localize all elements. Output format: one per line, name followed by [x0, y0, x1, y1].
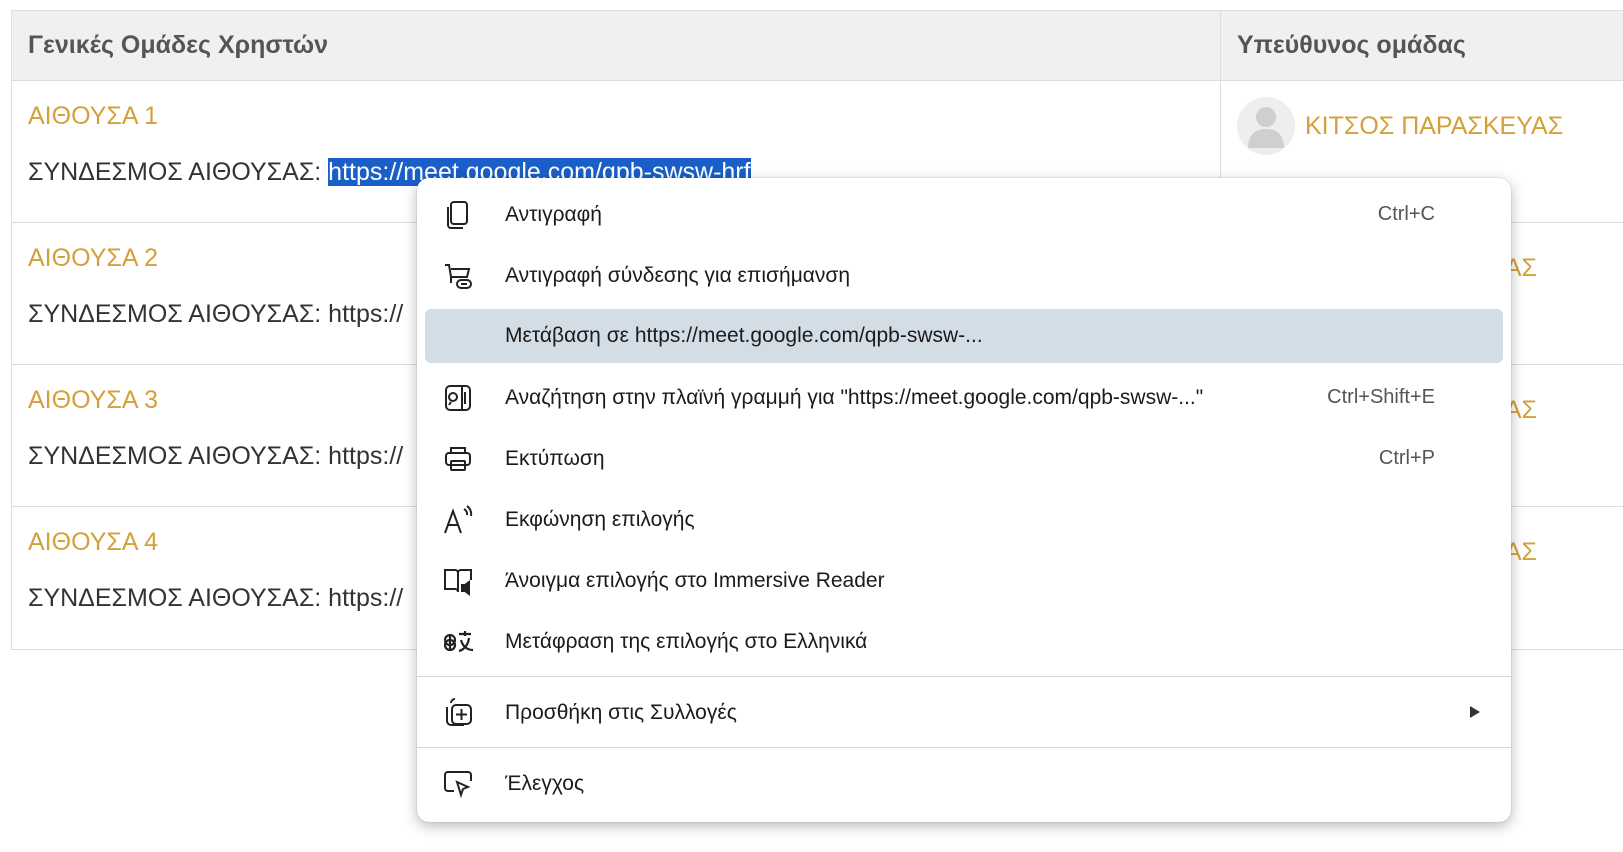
- read-aloud-icon: [441, 503, 475, 537]
- menu-item-label: Μετάβαση σε https://meet.google.com/qpb-…: [505, 324, 983, 347]
- menu-item-copy[interactable]: Αντιγραφή Ctrl+C: [425, 184, 1503, 245]
- column-header-groups[interactable]: Γενικές Ομάδες Χρηστών: [12, 11, 1221, 80]
- submenu-arrow-icon: [1469, 701, 1481, 725]
- menu-item-label: Προσθήκη στις Συλλογές: [505, 700, 737, 724]
- room-url-link[interactable]: https://: [328, 442, 403, 470]
- avatar: [1237, 97, 1295, 155]
- copy-icon: [441, 198, 475, 232]
- menu-separator: [417, 676, 1511, 677]
- room-link-label: ΣΥΝΔΕΣΜΟΣ ΑΙΘΟΥΣΑΣ:: [28, 300, 329, 328]
- menu-item-go-to-url[interactable]: Μετάβαση σε https://meet.google.com/qpb-…: [425, 309, 1503, 363]
- inspect-icon: [441, 767, 475, 801]
- room-link-label: ΣΥΝΔΕΣΜΟΣ ΑΙΘΟΥΣΑΣ:: [28, 158, 329, 186]
- room-url-link[interactable]: https://: [328, 584, 403, 612]
- room-name-link[interactable]: ΑΙΘΟΥΣΑ 1: [28, 99, 1220, 133]
- context-menu: Αντιγραφή Ctrl+C Αντιγραφή σύνδεσης για …: [417, 178, 1511, 822]
- room-link-label: ΣΥΝΔΕΣΜΟΣ ΑΙΘΟΥΣΑΣ:: [28, 584, 329, 612]
- responsible-name-link[interactable]: ΚΙΤΣΟΣ ΠΑΡΑΣΚΕΥΑΣ: [1305, 97, 1563, 155]
- menu-item-label: Αντιγραφή σύνδεσης για επισήμανση: [505, 263, 851, 287]
- menu-item-print[interactable]: Εκτύπωση Ctrl+P: [425, 428, 1503, 489]
- shortcut-text: Ctrl+C: [1377, 203, 1435, 225]
- menu-item-copy-link-highlight[interactable]: Αντιγραφή σύνδεσης για επισήμανση: [425, 245, 1503, 306]
- translate-icon: [441, 625, 475, 659]
- shortcut-text: Ctrl+P: [1378, 447, 1435, 469]
- shortcut-text: Ctrl+Shift+E: [1327, 386, 1435, 408]
- table-header: Γενικές Ομάδες Χρηστών Υπεύθυνος ομάδας: [12, 11, 1623, 81]
- copy-link-highlight-icon: [441, 259, 475, 293]
- menu-item-label: Εκτύπωση: [505, 446, 605, 470]
- menu-item-translate[interactable]: Μετάφραση της επιλογής στο Ελληνικά: [425, 611, 1503, 672]
- add-collection-icon: [441, 696, 475, 730]
- menu-item-label: Έλεγχος: [505, 771, 585, 795]
- search-sidebar-icon: [441, 381, 475, 415]
- menu-item-search-sidebar[interactable]: Αναζήτηση στην πλαϊνή γραμμή για "https:…: [425, 367, 1503, 428]
- menu-item-label: Μετάφραση της επιλογής στο Ελληνικά: [505, 629, 868, 653]
- menu-item-inspect[interactable]: Έλεγχος: [425, 753, 1503, 814]
- menu-item-add-to-collections[interactable]: Προσθήκη στις Συλλογές: [425, 682, 1503, 743]
- user-silhouette-icon: [1248, 107, 1284, 148]
- print-icon: [441, 442, 475, 476]
- menu-separator: [417, 747, 1511, 748]
- menu-item-label: Άνοιγμα επιλογής στο Immersive Reader: [505, 568, 885, 592]
- menu-item-label: Αντιγραφή: [505, 202, 602, 226]
- menu-item-label: Εκφώνηση επιλογής: [505, 507, 695, 531]
- menu-item-label: Αναζήτηση στην πλαϊνή γραμμή για "https:…: [505, 385, 1204, 409]
- menu-item-immersive-reader[interactable]: Άνοιγμα επιλογής στο Immersive Reader: [425, 550, 1503, 611]
- room-link-label: ΣΥΝΔΕΣΜΟΣ ΑΙΘΟΥΣΑΣ:: [28, 442, 329, 470]
- room-url-link[interactable]: https://: [328, 300, 403, 328]
- immersive-reader-icon: [441, 564, 475, 598]
- column-header-responsible[interactable]: Υπεύθυνος ομάδας: [1221, 11, 1623, 80]
- menu-item-read-aloud[interactable]: Εκφώνηση επιλογής: [425, 489, 1503, 550]
